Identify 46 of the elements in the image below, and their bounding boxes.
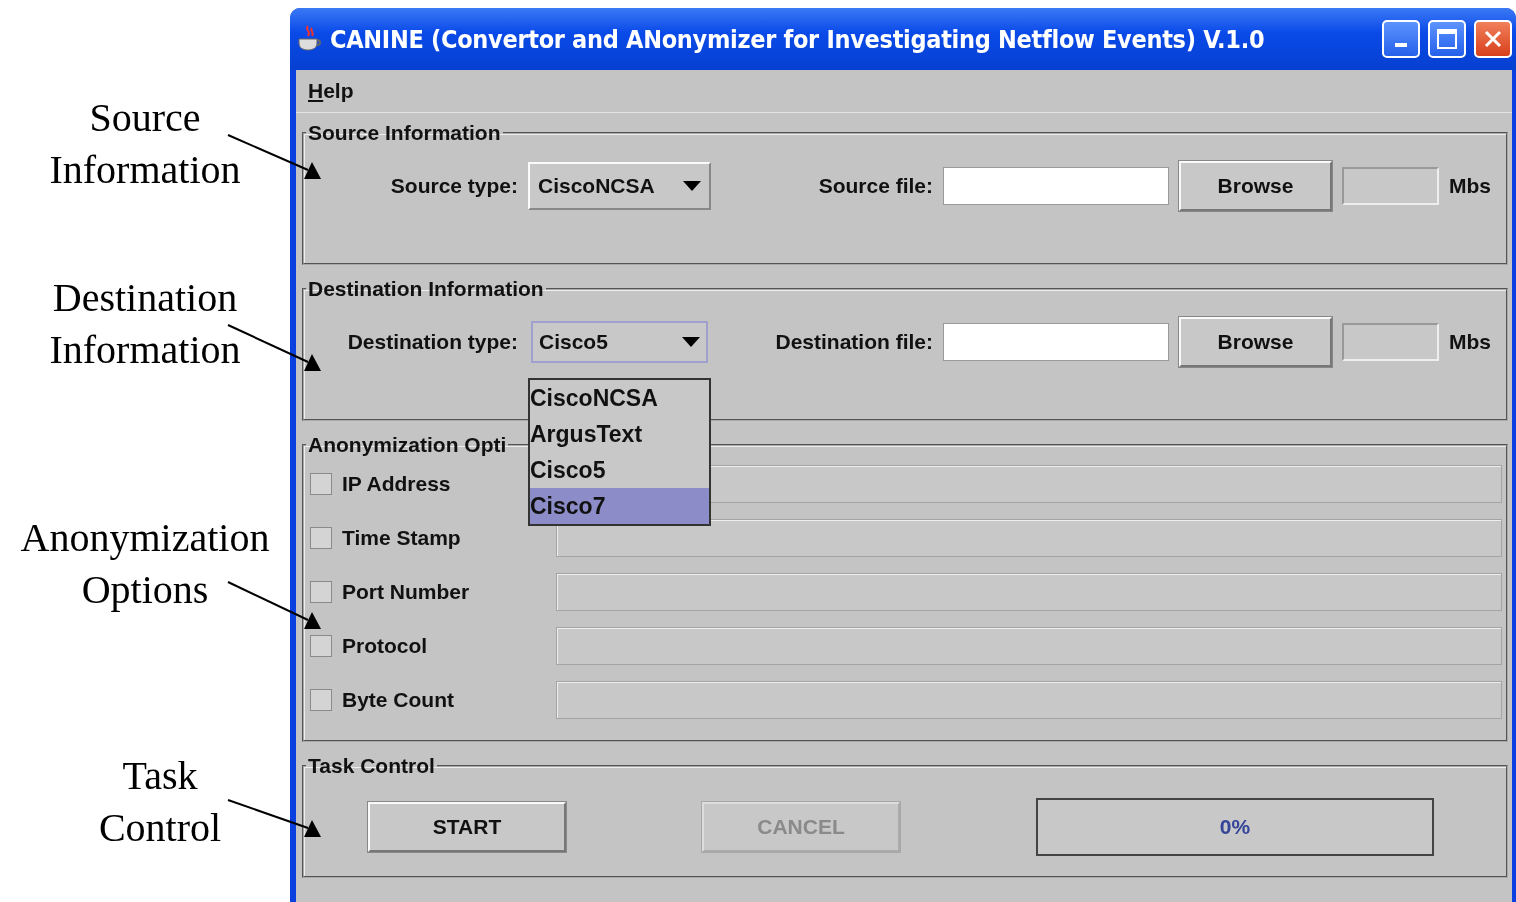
- annotation-label: Destination Information: [49, 274, 241, 374]
- close-button[interactable]: [1474, 20, 1512, 58]
- file-label: Destination file:: [774, 330, 933, 354]
- annotation-label: Anonymization Options: [20, 514, 270, 614]
- menu-item[interactable]: Help: [308, 79, 354, 103]
- dropdown-option[interactable]: Cisco5: [530, 452, 709, 488]
- option-label: IP Address: [342, 472, 452, 496]
- file-field[interactable]: [943, 167, 1169, 205]
- file-field[interactable]: [943, 323, 1169, 361]
- start-button[interactable]: START: [368, 802, 566, 852]
- checkbox[interactable]: [310, 581, 332, 603]
- option-label: Time Stamp: [342, 526, 462, 550]
- type-dropdown[interactable]: CiscoNCSA: [528, 162, 711, 210]
- unit-label: Mbs: [1449, 330, 1492, 354]
- caret-icon: [682, 337, 700, 347]
- checkbox[interactable]: [310, 635, 332, 657]
- unit-label: Mbs: [1449, 174, 1492, 198]
- minimize-button[interactable]: [1382, 20, 1420, 58]
- panel-title: Anonymization Opti: [307, 433, 508, 457]
- file-label: Source file:: [817, 174, 933, 198]
- annotation-label: Task Control: [98, 752, 222, 852]
- option-label: Protocol: [342, 634, 429, 658]
- maximize-icon: [1436, 28, 1458, 50]
- type-label: Destination type:: [346, 330, 518, 354]
- dropdown-option[interactable]: Cisco7: [530, 488, 709, 524]
- window-title: CANINE (Convertor and ANonymizer for Investigating Netflow Events) V.1.0: [330, 24, 1266, 54]
- panel-title: Task Control: [307, 754, 436, 778]
- checkbox[interactable]: [310, 689, 332, 711]
- type-dropdown[interactable]: Cisco5: [528, 318, 711, 366]
- caret-icon: [683, 181, 701, 191]
- dropdown-option[interactable]: CiscoNCSA: [530, 380, 709, 416]
- browse-button[interactable]: Browse: [1179, 317, 1332, 367]
- minimize-icon: [1395, 43, 1407, 47]
- panel-title: Destination Information: [307, 277, 545, 301]
- checkbox[interactable]: [310, 473, 332, 495]
- coffee-cup-icon: [296, 25, 322, 53]
- browse-button[interactable]: Browse: [1179, 161, 1332, 211]
- close-icon: [1483, 29, 1503, 49]
- maximize-button[interactable]: [1428, 20, 1466, 58]
- panel-title: Source Information: [307, 121, 502, 145]
- option-label: Byte Count: [342, 688, 455, 712]
- option-label: Port Number: [342, 580, 471, 604]
- dropdown-option[interactable]: ArgusText: [530, 416, 709, 452]
- annotation-label: Source Information: [49, 94, 241, 194]
- type-label: Source type:: [389, 174, 518, 198]
- checkbox[interactable]: [310, 527, 332, 549]
